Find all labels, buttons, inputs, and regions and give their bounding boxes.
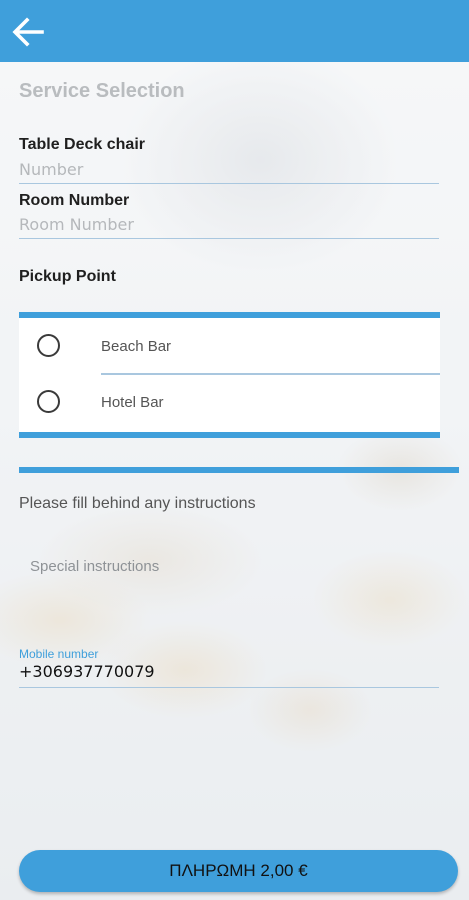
room-number-input[interactable] [19, 211, 439, 239]
mobile-number-field[interactable]: +306937770079 [19, 662, 439, 688]
arrow-left-icon [12, 17, 44, 47]
pickup-option-hotel-bar[interactable]: Hotel Bar [19, 374, 440, 430]
app-bar [0, 0, 469, 62]
special-instructions-input[interactable] [30, 554, 430, 578]
room-label: Room Number [19, 192, 130, 209]
radio-unchecked-icon [37, 390, 60, 413]
pickup-option-beach-bar[interactable]: Beach Bar [19, 318, 440, 375]
pickup-options: Beach Bar Hotel Bar [19, 312, 440, 438]
pickup-option-label: Hotel Bar [101, 394, 164, 411]
section-title: Service Selection [19, 80, 185, 102]
radio-unchecked-icon [37, 334, 60, 357]
pay-button[interactable]: ΠΛΗΡΩΜΗ 2,00 € [19, 850, 458, 892]
back-button[interactable] [8, 12, 48, 52]
form-content: Service Selection Table Deck chair Room … [0, 62, 469, 900]
mobile-number-label: Mobile number [19, 647, 99, 661]
table-label: Table Deck chair [19, 136, 145, 153]
pickup-option-label: Beach Bar [101, 338, 172, 355]
table-number-input[interactable] [19, 156, 439, 184]
instructions-label: Please fill behind any instructions [19, 495, 256, 512]
pickup-label: Pickup Point [19, 268, 116, 285]
section-divider [19, 467, 459, 473]
